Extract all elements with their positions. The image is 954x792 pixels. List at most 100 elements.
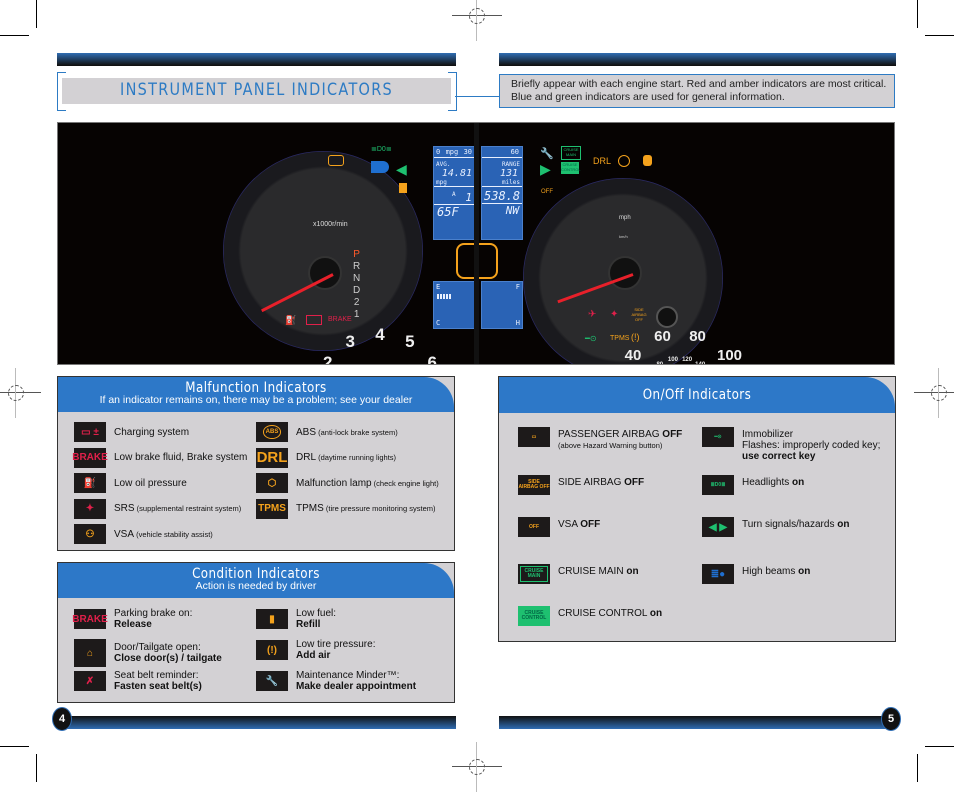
speedo-kmh-tick-label: 140 bbox=[690, 362, 710, 364]
malfunction-title: Malfunction Indicators bbox=[185, 380, 327, 396]
gear-position: P bbox=[353, 249, 360, 260]
indicator-label: VSA OFF bbox=[558, 519, 600, 530]
indicator-note: (check engine light) bbox=[371, 478, 439, 488]
indicator-note: (vehicle stability assist) bbox=[134, 529, 213, 539]
header-bar-right bbox=[499, 53, 896, 66]
condition-action: Add air bbox=[296, 650, 331, 661]
high-beams-icon: ≣● bbox=[702, 564, 734, 584]
range-unit: miles bbox=[482, 179, 522, 187]
list-item: OFF VSA OFF bbox=[518, 517, 600, 537]
indicator-label: DRL (daytime running lights) bbox=[296, 452, 396, 463]
indicator-state: OFF bbox=[580, 519, 601, 530]
list-item: ≣● High beams on bbox=[702, 564, 810, 584]
crop-mark bbox=[0, 746, 29, 747]
indicator-label: Maintenance Minder™: Make dealer appointm… bbox=[296, 670, 416, 692]
condition-header: Condition Indicators Action is needed by… bbox=[58, 563, 454, 598]
connector-line bbox=[455, 96, 499, 97]
indicator-label: Low oil pressure bbox=[114, 478, 187, 489]
indicator-label: Turn signals/hazards on bbox=[742, 519, 849, 530]
cruise-control-icon: CRUISE CONTROL bbox=[518, 606, 550, 626]
info-line-1: Briefly appear with each engine start. R… bbox=[511, 78, 887, 90]
page-title: INSTRUMENT PANEL INDICATORS bbox=[120, 80, 393, 100]
parking-brake-icon: BRAKE bbox=[72, 609, 108, 629]
check-engine-light bbox=[328, 155, 344, 166]
registration-mark bbox=[452, 0, 502, 41]
indicator-name: DRL bbox=[296, 452, 317, 463]
list-item: ◀ ▶ Turn signals/hazards on bbox=[702, 517, 849, 537]
tpms-light: TPMS bbox=[610, 335, 630, 342]
indicator-note: (tire pressure monitoring system) bbox=[323, 504, 436, 513]
speedo-tick-label: 100 bbox=[716, 347, 743, 365]
indicator-name: SIDE AIRBAG OFF bbox=[558, 477, 645, 488]
indicator-label: Immobilizer Flashes: improperly coded key… bbox=[742, 429, 880, 462]
abs-light bbox=[618, 155, 630, 167]
indicator-name: SRS bbox=[114, 503, 135, 514]
outside-temp: 65F bbox=[437, 205, 459, 219]
condition-text: Maintenance Minder™: bbox=[296, 670, 400, 681]
indicator-note: (supplemental restraint system) bbox=[134, 504, 242, 513]
indicator-name: Turn signals/hazards on bbox=[742, 519, 850, 530]
indicator-label: CRUISE MAIN on bbox=[558, 566, 639, 577]
turn-left-light: ◀ bbox=[396, 161, 407, 177]
fuel-empty-label: E bbox=[436, 283, 441, 291]
wrench-icon: 🔧 bbox=[256, 671, 288, 691]
list-item: CRUISE CONTROL CRUISE CONTROL on bbox=[518, 606, 662, 626]
indicator-label: High beams on bbox=[742, 566, 810, 577]
gear-position: N bbox=[353, 273, 361, 284]
drl-icon: DRL bbox=[256, 447, 288, 468]
page-number-right: 5 bbox=[881, 707, 901, 731]
indicator-note: (anti-lock brake system) bbox=[316, 427, 398, 437]
srs-light: ✦ bbox=[610, 309, 619, 320]
drl-light: DRL bbox=[593, 156, 612, 166]
footer-bar-left bbox=[57, 716, 456, 729]
gear-position: R bbox=[353, 261, 361, 272]
info-line-2: Blue and green indicators are used for g… bbox=[511, 91, 785, 103]
brake-warning-light: BRAKE bbox=[328, 316, 352, 323]
list-item: BRAKE Parking brake on: Release bbox=[72, 608, 193, 630]
indicator-state: on bbox=[626, 566, 639, 577]
indicator-name: ABS bbox=[296, 426, 317, 438]
cruise-main-light: CRUISE MAIN bbox=[561, 146, 581, 160]
condition-text: Low tire pressure: bbox=[296, 639, 376, 650]
indicator-label: Headlights on bbox=[742, 477, 804, 488]
indicator-name: TPMS bbox=[296, 503, 324, 514]
vsa-light bbox=[643, 155, 652, 166]
abs-icon: ABS bbox=[256, 422, 288, 442]
range-value: 131 bbox=[499, 168, 518, 179]
condition-title: Condition Indicators bbox=[192, 566, 320, 582]
indicator-name: VSA OFF bbox=[558, 519, 601, 530]
list-item: 🔧 Maintenance Minder™: Make dealer appoint… bbox=[256, 670, 416, 692]
indicator-label: CRUISE CONTROL on bbox=[558, 608, 662, 619]
condition-text: Parking brake on: bbox=[114, 608, 193, 619]
indicator-note: (daytime running lights) bbox=[316, 453, 397, 462]
tach-tick-label: 5 bbox=[405, 332, 415, 352]
onoff-panel: On/Off Indicators ▭ PASSENGER AIRBAG OFF(… bbox=[498, 376, 896, 642]
tire-pressure-icon: (!) bbox=[256, 640, 288, 660]
indicator-name: Malfunction lamp bbox=[296, 477, 372, 489]
indicator-label: VSA (vehicle stability assist) bbox=[114, 529, 213, 540]
list-item: SIDE AIRBAG OFF SIDE AIRBAG OFF bbox=[518, 475, 644, 495]
speedo-tick-label: 40 bbox=[624, 347, 642, 365]
list-item: ▭ PASSENGER AIRBAG OFF (above Hazard Warni… bbox=[518, 427, 682, 451]
indicator-state: OFF bbox=[662, 429, 683, 440]
crop-mark bbox=[36, 754, 37, 782]
avg-mpg-value: 14.81 bbox=[441, 168, 472, 179]
indicator-note: (above Hazard Warning button) bbox=[558, 441, 663, 450]
avg-label: AVG. bbox=[436, 161, 451, 168]
brake-icon: BRAKE bbox=[72, 447, 108, 468]
indicator-name: High beams on bbox=[742, 566, 811, 577]
indicator-name: Charging system bbox=[114, 426, 190, 438]
gear-position: D bbox=[353, 285, 361, 296]
vsa-icon: ⚇ bbox=[74, 524, 106, 544]
tach-tick-label: 2 bbox=[322, 353, 333, 365]
cruise-main-icon: CRUISE MAIN bbox=[518, 564, 550, 584]
crop-mark bbox=[925, 746, 954, 747]
fuel-icon: ▮ bbox=[256, 609, 288, 629]
registration-mark bbox=[452, 742, 502, 792]
condition-action: Close door(s) / tailgate bbox=[114, 653, 222, 664]
instrument-cluster-photo: x1000r/min 012345678 PRND21 BRAKE ⛽ ≣D0≣… bbox=[57, 122, 895, 365]
list-item: (!) Low tire pressure: Add air bbox=[256, 639, 375, 661]
oil-warning-light: ⛽ bbox=[285, 315, 297, 325]
compass: NW bbox=[505, 204, 519, 217]
tach-tick-label: 6 bbox=[427, 353, 438, 365]
